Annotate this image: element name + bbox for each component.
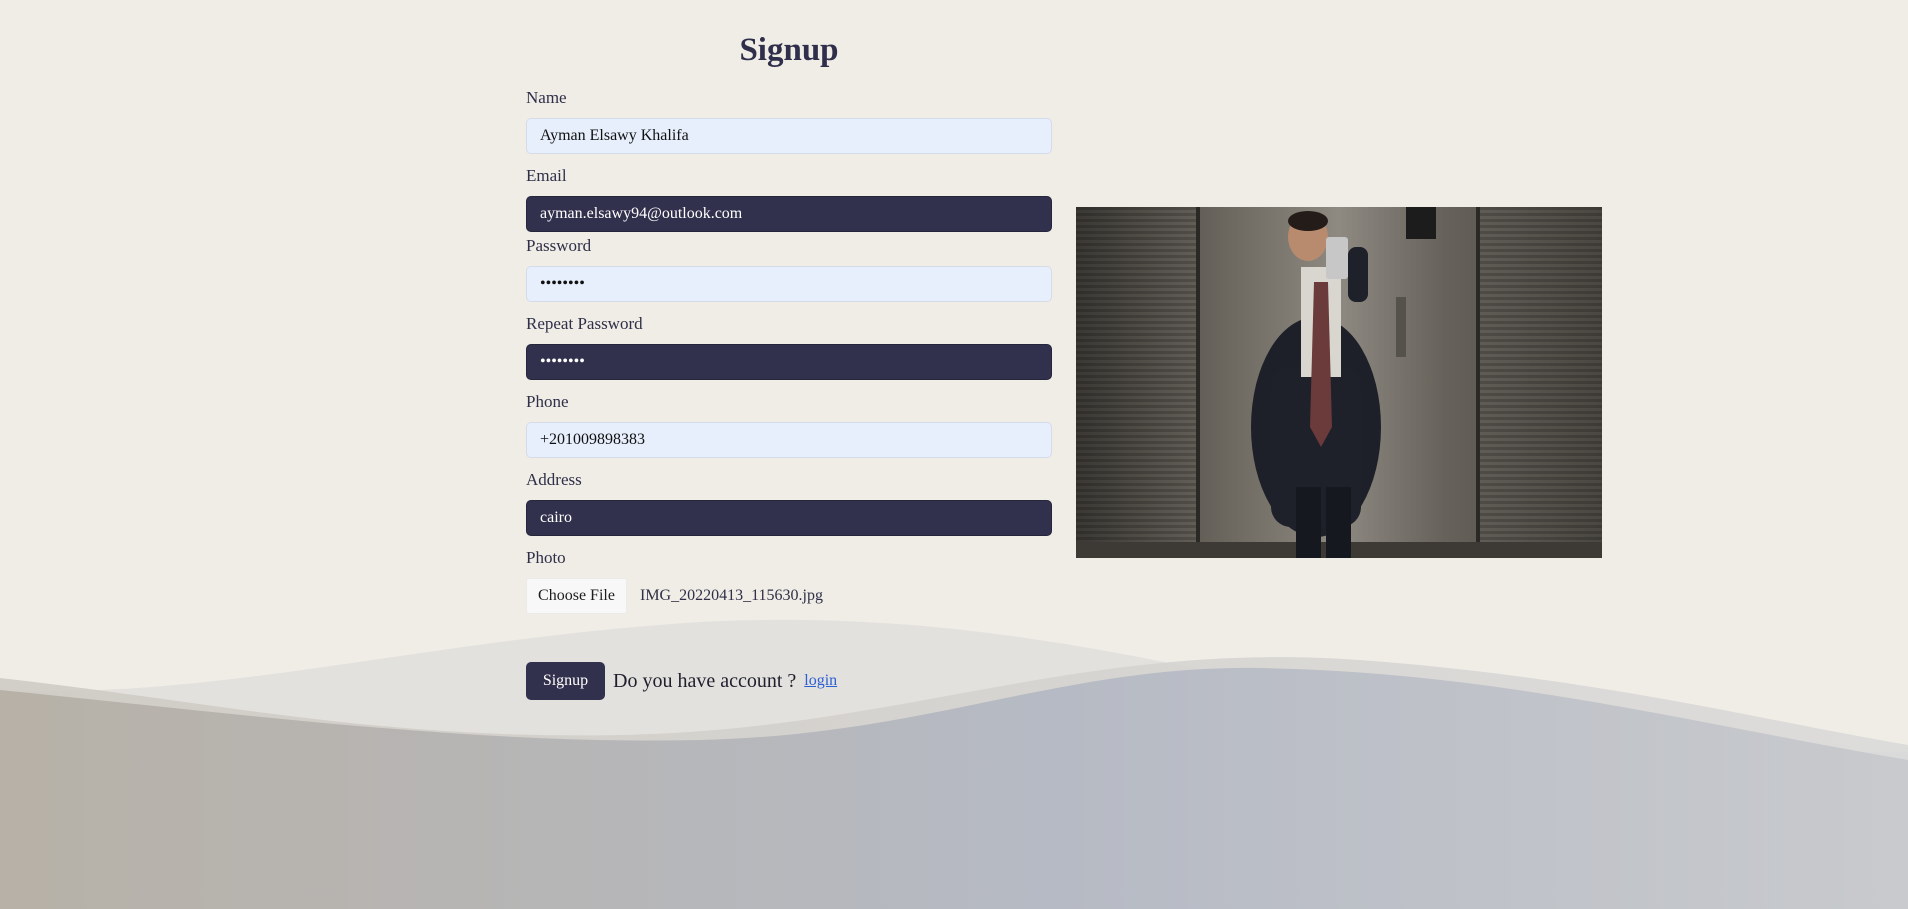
email-label: Email xyxy=(526,166,567,185)
profile-photo-preview xyxy=(1076,207,1602,558)
repeat-password-label: Repeat Password xyxy=(526,314,643,333)
form-actions: Signup Do you have account ? login xyxy=(526,662,837,700)
email-input[interactable] xyxy=(526,196,1052,232)
choose-file-button[interactable]: Choose File xyxy=(526,578,627,614)
phone-label: Phone xyxy=(526,392,569,411)
page-title: Signup xyxy=(739,32,839,68)
photo-label: Photo xyxy=(526,548,566,567)
password-label: Password xyxy=(526,236,592,255)
name-input[interactable] xyxy=(526,118,1052,154)
signup-button[interactable]: Signup xyxy=(526,662,605,700)
photo-file-input: Choose File IMG_20220413_115630.jpg xyxy=(526,578,823,614)
password-input[interactable] xyxy=(526,266,1052,302)
phone-input[interactable] xyxy=(526,422,1052,458)
elevator-selfie-image xyxy=(1076,207,1602,558)
selected-file-name: IMG_20220413_115630.jpg xyxy=(640,587,823,604)
address-input[interactable] xyxy=(526,500,1052,536)
address-label: Address xyxy=(526,470,582,489)
repeat-password-input[interactable] xyxy=(526,344,1052,380)
name-label: Name xyxy=(526,88,567,107)
account-question: Do you have account ? xyxy=(613,669,797,692)
signup-page: Signup Name Email Password Repeat Passwo… xyxy=(0,0,1908,909)
login-link[interactable]: login xyxy=(804,672,837,690)
